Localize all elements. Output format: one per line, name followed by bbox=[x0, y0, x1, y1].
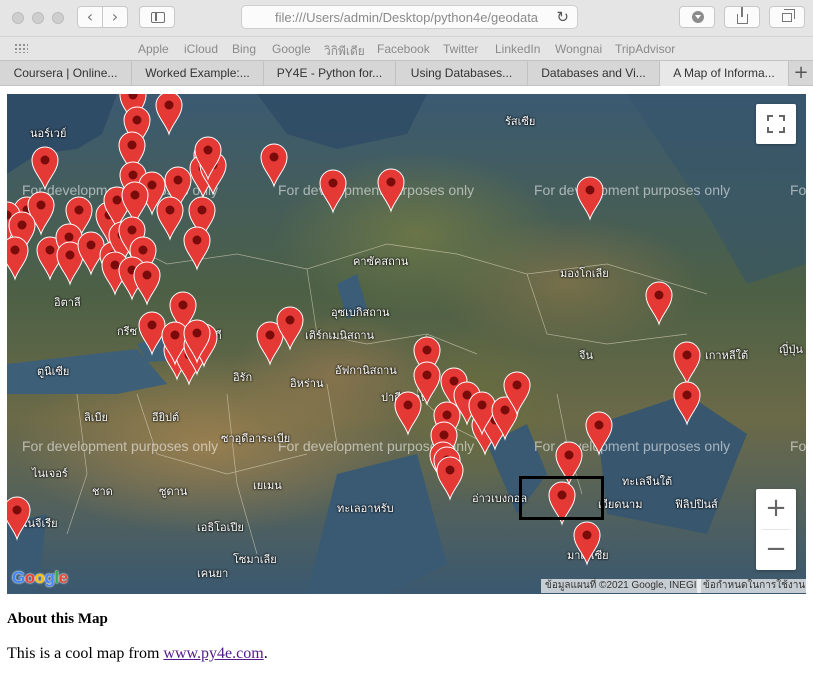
sidebar-icon bbox=[151, 12, 165, 23]
zoom-window-button[interactable] bbox=[52, 12, 64, 24]
map-marker-icon[interactable] bbox=[673, 381, 701, 426]
forward-button[interactable]: › bbox=[102, 6, 128, 28]
tab-worked-example[interactable]: Worked Example:... bbox=[132, 61, 264, 86]
map-marker-icon[interactable] bbox=[7, 236, 29, 281]
about-text-prefix: This is a cool map from bbox=[7, 645, 164, 662]
map-marker-icon[interactable] bbox=[260, 143, 288, 188]
tab-coursera[interactable]: Coursera | Online... bbox=[0, 61, 132, 86]
about-heading: About this Map bbox=[7, 611, 108, 627]
share-button[interactable] bbox=[724, 6, 760, 28]
share-icon bbox=[737, 7, 748, 24]
about-text-suffix: . bbox=[263, 645, 268, 662]
favorite-facebook[interactable]: Facebook bbox=[377, 42, 430, 56]
close-window-button[interactable] bbox=[12, 12, 24, 24]
tab-py4e[interactable]: PY4E - Python for... bbox=[264, 61, 396, 86]
favorite-twitter[interactable]: Twitter bbox=[443, 42, 478, 56]
chevron-left-icon: ‹ bbox=[86, 7, 94, 26]
map-marker-icon[interactable] bbox=[377, 168, 405, 213]
fullscreen-icon bbox=[767, 115, 785, 133]
map-marker-icon[interactable] bbox=[673, 341, 701, 386]
tab-bar: Coursera | Online... Worked Example:... … bbox=[0, 60, 813, 86]
marker-layer bbox=[7, 94, 701, 566]
favorite-linkedin[interactable]: LinkedIn bbox=[495, 42, 540, 56]
map-marker-icon[interactable] bbox=[573, 521, 601, 566]
map-marker-icon[interactable] bbox=[585, 411, 613, 456]
map-marker-icon[interactable] bbox=[183, 226, 211, 271]
zoom-in-button[interactable]: + bbox=[756, 489, 796, 529]
map-marker-icon[interactable] bbox=[138, 311, 166, 356]
downloads-button[interactable] bbox=[679, 6, 715, 28]
favorites-bar: Apple iCloud Bing Google วิกิพีเดีย Face… bbox=[0, 36, 813, 60]
grid-icon[interactable] bbox=[14, 43, 28, 53]
map-marker-icon[interactable] bbox=[645, 281, 673, 326]
zoom-out-button[interactable]: − bbox=[756, 530, 796, 570]
favorite-icloud[interactable]: iCloud bbox=[184, 42, 218, 56]
url-text: file:///Users/admin/Desktop/python4e/geo… bbox=[275, 10, 539, 25]
download-icon bbox=[692, 11, 704, 23]
about-text: This is a cool map from www.py4e.com. bbox=[7, 645, 268, 663]
favorite-bing[interactable]: Bing bbox=[232, 42, 256, 56]
selection-rectangle bbox=[519, 476, 604, 520]
favorite-wongnai[interactable]: Wongnai bbox=[555, 42, 602, 56]
map-marker-icon[interactable] bbox=[133, 261, 161, 306]
sidebar-toggle-button[interactable] bbox=[139, 6, 175, 28]
map-canvas[interactable]: For development purposes only For develo… bbox=[7, 94, 806, 594]
tab-map-of-information[interactable]: A Map of Informa... bbox=[660, 61, 789, 86]
favorite-apple[interactable]: Apple bbox=[138, 42, 169, 56]
minimize-window-button[interactable] bbox=[32, 12, 44, 24]
fullscreen-button[interactable] bbox=[756, 104, 796, 144]
map-marker-icon[interactable] bbox=[319, 169, 347, 214]
google-logo[interactable]: Google bbox=[12, 568, 68, 588]
show-all-tabs-button[interactable] bbox=[769, 6, 805, 28]
favorite-google[interactable]: Google bbox=[272, 42, 311, 56]
browser-toolbar: ‹ › file:///Users/admin/Desktop/python4e… bbox=[0, 0, 813, 36]
tab-databases-and-vi[interactable]: Databases and Vi... bbox=[528, 61, 660, 86]
map-marker-icon[interactable] bbox=[7, 496, 31, 541]
favorite-tripadvisor[interactable]: TripAdvisor bbox=[615, 42, 675, 56]
map-marker-icon[interactable] bbox=[155, 94, 183, 136]
map-marker-icon[interactable] bbox=[394, 391, 422, 436]
chevron-right-icon: › bbox=[111, 7, 119, 26]
map-marker-icon[interactable] bbox=[576, 176, 604, 221]
new-tab-button[interactable]: + bbox=[789, 61, 813, 86]
back-button[interactable]: ‹ bbox=[77, 6, 103, 28]
tabs-overview-icon bbox=[782, 9, 795, 22]
terms-of-use-link[interactable]: ข้อกำหนดในการใช้งาน bbox=[697, 579, 806, 593]
map-marker-icon[interactable] bbox=[436, 456, 464, 501]
address-bar[interactable]: file:///Users/admin/Desktop/python4e/geo… bbox=[241, 5, 578, 29]
reload-icon[interactable]: ↻ bbox=[556, 8, 569, 26]
map-marker-icon[interactable] bbox=[31, 146, 59, 191]
map-attribution: ข้อมูลแผนที่ ©2021 Google, INEGI bbox=[541, 579, 701, 593]
tab-using-databases[interactable]: Using Databases... bbox=[396, 61, 528, 86]
map-marker-icon[interactable] bbox=[156, 196, 184, 241]
py4e-link[interactable]: www.py4e.com bbox=[163, 645, 263, 662]
zoom-control: + − bbox=[756, 489, 796, 570]
favorite-wikipedia[interactable]: วิกิพีเดีย bbox=[324, 42, 365, 61]
